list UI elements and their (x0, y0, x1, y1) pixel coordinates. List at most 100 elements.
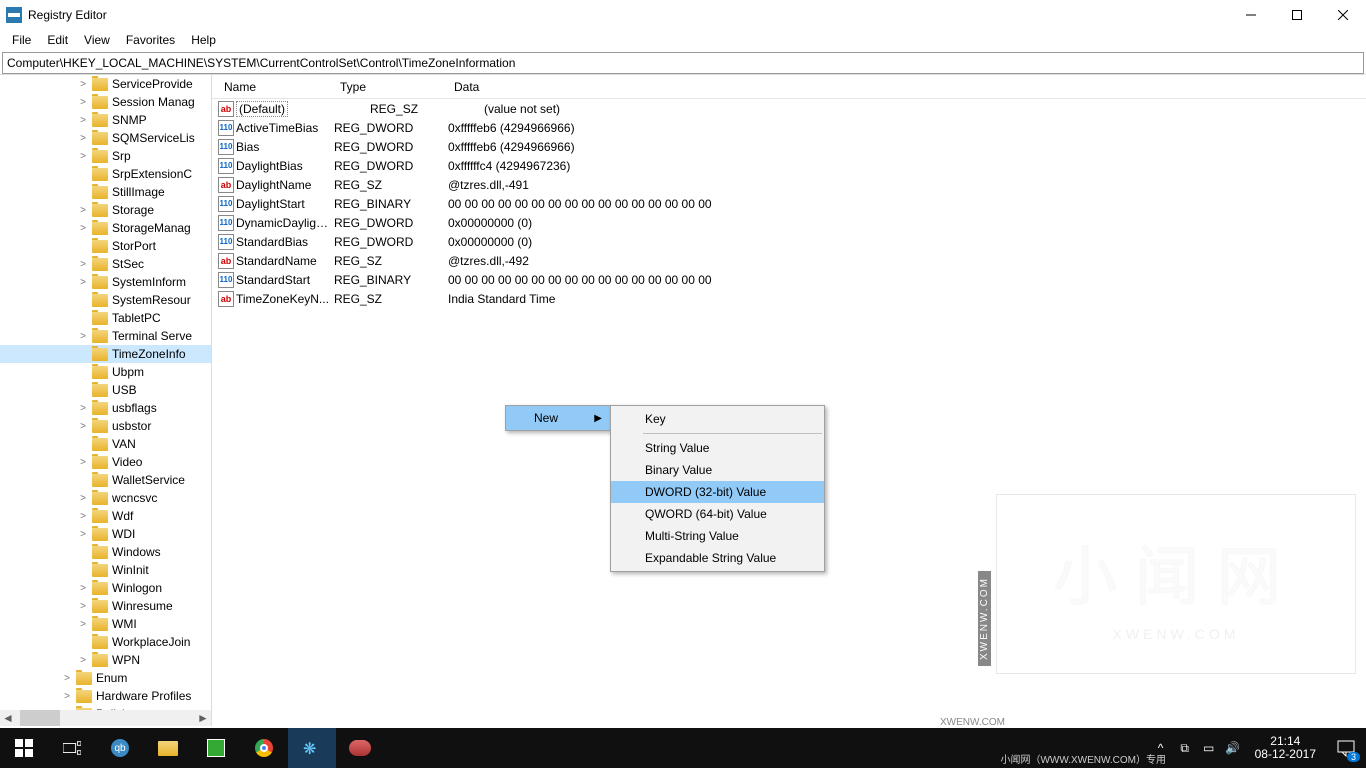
tree-item[interactable]: VAN (0, 435, 211, 453)
ctx-new-string[interactable]: String Value (611, 437, 824, 459)
tree-pane[interactable]: >ServiceProvide>Session Manag>SNMP>SQMSe… (0, 75, 212, 726)
tree-item[interactable]: >Hardware Profiles (0, 687, 211, 705)
tree-item[interactable]: >WMI (0, 615, 211, 633)
menu-edit[interactable]: Edit (39, 31, 76, 49)
list-pane[interactable]: Name Type Data ab(Default)REG_SZ(value n… (212, 75, 1366, 726)
list-row[interactable]: 110DaylightStartREG_BINARY00 00 00 00 00… (212, 194, 1366, 213)
menu-help[interactable]: Help (183, 31, 224, 49)
expand-icon[interactable]: > (76, 403, 90, 414)
taskbar-app-6[interactable] (336, 728, 384, 768)
tree-item[interactable]: >wcncsvc (0, 489, 211, 507)
minimize-button[interactable] (1228, 0, 1274, 30)
expand-icon[interactable]: > (76, 133, 90, 144)
list-row[interactable]: 110BiasREG_DWORD0xfffffeb6 (4294966966) (212, 137, 1366, 156)
expand-icon[interactable]: > (60, 673, 74, 684)
ctx-new-qword[interactable]: QWORD (64-bit) Value (611, 503, 824, 525)
maximize-button[interactable] (1274, 0, 1320, 30)
tree-item[interactable]: TabletPC (0, 309, 211, 327)
list-row[interactable]: abStandardNameREG_SZ@tzres.dll,-492 (212, 251, 1366, 270)
address-bar[interactable]: Computer\HKEY_LOCAL_MACHINE\SYSTEM\Curre… (2, 52, 1364, 74)
expand-icon[interactable]: > (76, 277, 90, 288)
tree-item[interactable]: >ServiceProvide (0, 75, 211, 93)
tree-item[interactable]: >WPN (0, 651, 211, 669)
tree-item[interactable]: >usbflags (0, 399, 211, 417)
ctx-new[interactable]: New ▶ (506, 406, 610, 430)
expand-icon[interactable]: > (76, 601, 90, 612)
tree-item[interactable]: >Storage (0, 201, 211, 219)
expand-icon[interactable]: > (76, 205, 90, 216)
tree-item[interactable]: >Terminal Serve (0, 327, 211, 345)
list-row[interactable]: 110DaylightBiasREG_DWORD0xffffffc4 (4294… (212, 156, 1366, 175)
tree-item[interactable]: WinInit (0, 561, 211, 579)
list-row[interactable]: abDaylightNameREG_SZ@tzres.dll,-491 (212, 175, 1366, 194)
col-data[interactable]: Data (448, 80, 1366, 94)
expand-icon[interactable]: > (76, 259, 90, 270)
tree-item[interactable]: >usbstor (0, 417, 211, 435)
tree-item[interactable]: SystemResour (0, 291, 211, 309)
tree-item[interactable]: USB (0, 381, 211, 399)
tree-item[interactable]: WalletService (0, 471, 211, 489)
tree-item[interactable]: >Wdf (0, 507, 211, 525)
expand-icon[interactable]: > (76, 223, 90, 234)
tree-item[interactable]: SrpExtensionC (0, 165, 211, 183)
ctx-new-multistring[interactable]: Multi-String Value (611, 525, 824, 547)
list-row[interactable]: 110StandardStartREG_BINARY00 00 00 00 00… (212, 270, 1366, 289)
list-row[interactable]: ab(Default)REG_SZ(value not set) (212, 99, 1366, 118)
tree-item[interactable]: Windows (0, 543, 211, 561)
tree-item[interactable]: >Srp (0, 147, 211, 165)
tree-item[interactable]: >Session Manag (0, 93, 211, 111)
tree-item[interactable]: StillImage (0, 183, 211, 201)
tree-item[interactable]: >Video (0, 453, 211, 471)
menu-view[interactable]: View (76, 31, 118, 49)
tree-item[interactable]: >SystemInform (0, 273, 211, 291)
expand-icon[interactable]: > (76, 583, 90, 594)
expand-icon[interactable]: > (76, 619, 90, 630)
expand-icon[interactable]: > (76, 511, 90, 522)
tree-item[interactable]: >Winlogon (0, 579, 211, 597)
list-row[interactable]: 110DynamicDaylight...REG_DWORD0x00000000… (212, 213, 1366, 232)
col-name[interactable]: Name (218, 80, 334, 94)
tree-item[interactable]: >WDI (0, 525, 211, 543)
expand-icon[interactable]: > (76, 79, 90, 90)
expand-icon[interactable]: > (76, 97, 90, 108)
action-center-button[interactable]: 3 (1326, 728, 1366, 768)
tree-item[interactable]: >SNMP (0, 111, 211, 129)
taskbar-app-3[interactable] (192, 728, 240, 768)
tree-item[interactable]: TimeZoneInfo (0, 345, 211, 363)
tray-clock[interactable]: 21:14 08-12-2017 (1245, 735, 1326, 761)
expand-icon[interactable]: > (76, 655, 90, 666)
taskbar-app-5[interactable]: ❋ (288, 728, 336, 768)
taskbar-app-1[interactable]: qb (96, 728, 144, 768)
tree-item[interactable]: StorPort (0, 237, 211, 255)
menu-file[interactable]: File (4, 31, 39, 49)
expand-icon[interactable]: > (76, 529, 90, 540)
scroll-left-icon[interactable]: ◄ (0, 710, 16, 726)
ctx-new-binary[interactable]: Binary Value (611, 459, 824, 481)
scroll-thumb[interactable] (20, 710, 60, 726)
list-row[interactable]: 110ActiveTimeBiasREG_DWORD0xfffffeb6 (42… (212, 118, 1366, 137)
tree-hscrollbar[interactable]: ◄ ► (0, 710, 211, 726)
expand-icon[interactable]: > (76, 115, 90, 126)
tree-item[interactable]: >Winresume (0, 597, 211, 615)
close-button[interactable] (1320, 0, 1366, 30)
scroll-right-icon[interactable]: ► (195, 710, 211, 726)
taskbar-app-2[interactable] (144, 728, 192, 768)
col-type[interactable]: Type (334, 80, 448, 94)
menu-favorites[interactable]: Favorites (118, 31, 183, 49)
expand-icon[interactable]: > (76, 421, 90, 432)
start-button[interactable] (0, 728, 48, 768)
list-row[interactable]: abTimeZoneKeyN...REG_SZIndia Standard Ti… (212, 289, 1366, 308)
tree-item[interactable]: >SQMServiceLis (0, 129, 211, 147)
ctx-new-key[interactable]: Key (611, 408, 824, 430)
ctx-new-expandstring[interactable]: Expandable String Value (611, 547, 824, 569)
tray-volume-icon[interactable]: 🔊 (1221, 728, 1245, 768)
expand-icon[interactable]: > (76, 457, 90, 468)
tree-item[interactable]: WorkplaceJoin (0, 633, 211, 651)
tree-item[interactable]: Ubpm (0, 363, 211, 381)
taskbar-app-chrome[interactable] (240, 728, 288, 768)
ctx-new-dword[interactable]: DWORD (32-bit) Value (611, 481, 824, 503)
expand-icon[interactable]: > (76, 151, 90, 162)
task-view-button[interactable] (48, 728, 96, 768)
tree-item[interactable]: >StSec (0, 255, 211, 273)
expand-icon[interactable]: > (60, 691, 74, 702)
